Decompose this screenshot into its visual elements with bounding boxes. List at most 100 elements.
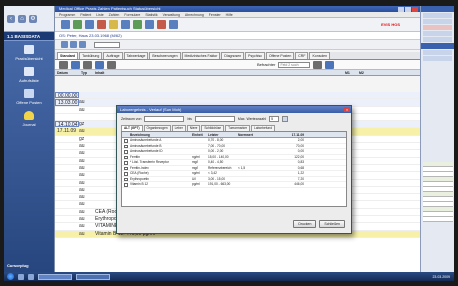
grid-view-icon[interactable]: [325, 60, 335, 69]
menu-item[interactable]: Abrechnung: [185, 12, 204, 17]
to-date-input[interactable]: [194, 116, 235, 122]
apply-filter-button[interactable]: [282, 116, 289, 122]
taskbar-app-medical-office[interactable]: [38, 273, 72, 280]
nav-bottom-label[interactable]: Cursorplug: [7, 263, 29, 268]
browser-icon[interactable]: [28, 273, 34, 280]
delete-icon[interactable]: [97, 20, 106, 29]
from-date-input[interactable]: [144, 116, 185, 122]
dialog-tab-tumormarker[interactable]: Tumormarker: [225, 125, 251, 131]
mail-icon[interactable]: [109, 20, 118, 29]
lab-row[interactable]: Vitamin B 12 pg/ml 191,00 - 663,00 446,00: [122, 182, 346, 188]
back-icon[interactable]: ‹: [7, 14, 15, 23]
explorer-icon[interactable]: [18, 273, 24, 280]
col-header-unit[interactable]: Einheit: [192, 132, 208, 137]
alert-icon[interactable]: [157, 20, 166, 29]
menu-item[interactable]: Hilfe: [226, 12, 233, 17]
sort-icon[interactable]: [83, 60, 92, 69]
tab-beschwerungen[interactable]: Beschwerungen: [149, 52, 181, 59]
lab-row-checkbox[interactable]: [124, 172, 128, 176]
menu-item[interactable]: Verwaltung: [163, 12, 180, 17]
search-input[interactable]: Feld 2 such: [278, 61, 311, 68]
col-header-type[interactable]: Typ: [79, 70, 93, 75]
tab-psychisc[interactable]: Psychisc: [245, 52, 265, 59]
side-calendar-grid[interactable]: [423, 162, 453, 222]
dialog-tab-alt[interactable]: ALT (GPT): [121, 125, 143, 131]
lab-row-checkbox[interactable]: [124, 139, 128, 143]
lab-row-checkbox[interactable]: [124, 161, 128, 165]
nav-item-journal[interactable]: Journal: [4, 107, 54, 129]
tab-medizinisches-faktor[interactable]: Medizinisches Faktor: [181, 52, 221, 59]
close-icon[interactable]: [412, 6, 418, 12]
lab-row-checkbox[interactable]: [124, 155, 128, 159]
close-button[interactable]: Schließen: [319, 220, 345, 228]
tab-tabwerkage[interactable]: Tabwerkage: [123, 52, 149, 59]
menu-item[interactable]: Formulare: [124, 12, 140, 17]
lab-row-checkbox[interactable]: [124, 177, 128, 181]
filter-icon[interactable]: [59, 60, 68, 69]
side-panel-row[interactable]: [423, 31, 452, 36]
menu-item[interactable]: Programm: [59, 12, 75, 17]
tab-offene-posten[interactable]: Offene Posten: [265, 52, 295, 59]
settings-icon[interactable]: ⚙: [29, 14, 37, 23]
dialog-close-icon[interactable]: ×: [344, 107, 350, 112]
max-values-input[interactable]: 5: [269, 116, 280, 122]
taskbar-app-secondary[interactable]: [76, 273, 110, 280]
dialog-tab-laborbefund[interactable]: Laborbefund: [251, 125, 275, 131]
nav-item-offene-posten[interactable]: Offene Posten: [4, 85, 54, 107]
copy-icon[interactable]: [107, 60, 116, 69]
menu-item[interactable]: Liste: [96, 12, 103, 17]
dialog-tab-leber[interactable]: Leber: [171, 125, 186, 131]
nav-item-praxisuebersicht[interactable]: Praxisübersicht: [4, 41, 54, 63]
tab-standard[interactable]: Standard: [57, 52, 79, 59]
lab-row-checkbox[interactable]: [124, 183, 128, 187]
print-icon[interactable]: [85, 20, 94, 29]
calendar-icon[interactable]: [121, 20, 130, 29]
side-panel-row[interactable]: [423, 13, 452, 18]
col-header-date[interactable]: Datum: [55, 70, 79, 75]
side-panel-row[interactable]: [423, 19, 452, 24]
new-patient-icon[interactable]: [61, 20, 70, 29]
tab-crf[interactable]: CRF: [295, 52, 309, 59]
side-panel-row[interactable]: [423, 56, 452, 61]
col-header-last[interactable]: Letzter: [208, 132, 238, 137]
print-button[interactable]: Drucken: [293, 220, 317, 228]
dialog-tab-niere[interactable]: Niere: [186, 125, 201, 131]
home-icon[interactable]: ⌂: [18, 14, 26, 23]
side-panel-row[interactable]: [423, 25, 452, 30]
col-header-content[interactable]: Inhalt: [93, 70, 233, 75]
save-icon[interactable]: [73, 20, 82, 29]
print-list-icon[interactable]: [313, 60, 323, 69]
dialog-tab-organbezogen[interactable]: Organbezogen: [143, 125, 171, 131]
lab-row-checkbox[interactable]: [124, 166, 128, 170]
minimize-icon[interactable]: [398, 6, 404, 12]
tab-tankuebung[interactable]: Tankübung: [79, 52, 103, 59]
col-header-name[interactable]: Bezeichnung: [130, 132, 192, 137]
refresh-icon[interactable]: [79, 41, 86, 48]
tab-diagnosen[interactable]: Diagnosen: [221, 52, 245, 59]
start-icon[interactable]: [7, 273, 14, 280]
arrow-right-icon[interactable]: [70, 41, 77, 48]
col-header-norm[interactable]: Normwert: [238, 132, 278, 137]
tab-auftrage[interactable]: Auftrage: [103, 52, 123, 59]
quick-input[interactable]: [94, 41, 120, 48]
col-header-m2[interactable]: M2: [357, 70, 371, 75]
card-reader-icon[interactable]: [145, 20, 154, 29]
menu-item[interactable]: Fenster: [209, 12, 221, 17]
view-icon[interactable]: [71, 60, 80, 69]
export-icon[interactable]: [95, 60, 104, 69]
menu-item[interactable]: Zahlen: [109, 12, 120, 17]
menu-item[interactable]: Patient: [80, 12, 91, 17]
lab-icon[interactable]: [133, 20, 142, 29]
col-header-date-value[interactable]: 17.11.09: [278, 132, 308, 137]
tab-konsolen[interactable]: Konsolen: [309, 52, 331, 59]
side-panel-row[interactable]: [423, 37, 452, 42]
menu-item[interactable]: Statistik: [145, 12, 157, 17]
lab-row-checkbox[interactable]: [124, 150, 128, 154]
dialog-tab-schilddruese[interactable]: Schilddrüse: [201, 125, 225, 131]
maximize-icon[interactable]: [405, 6, 411, 12]
journal-row[interactable]: 00.00.00: [55, 92, 421, 100]
lab-row-checkbox[interactable]: [124, 144, 128, 148]
nav-item-aufrufsliste[interactable]: Aufrufsliste: [4, 63, 54, 85]
arrow-left-icon[interactable]: [61, 41, 68, 48]
help-icon[interactable]: [169, 20, 178, 29]
